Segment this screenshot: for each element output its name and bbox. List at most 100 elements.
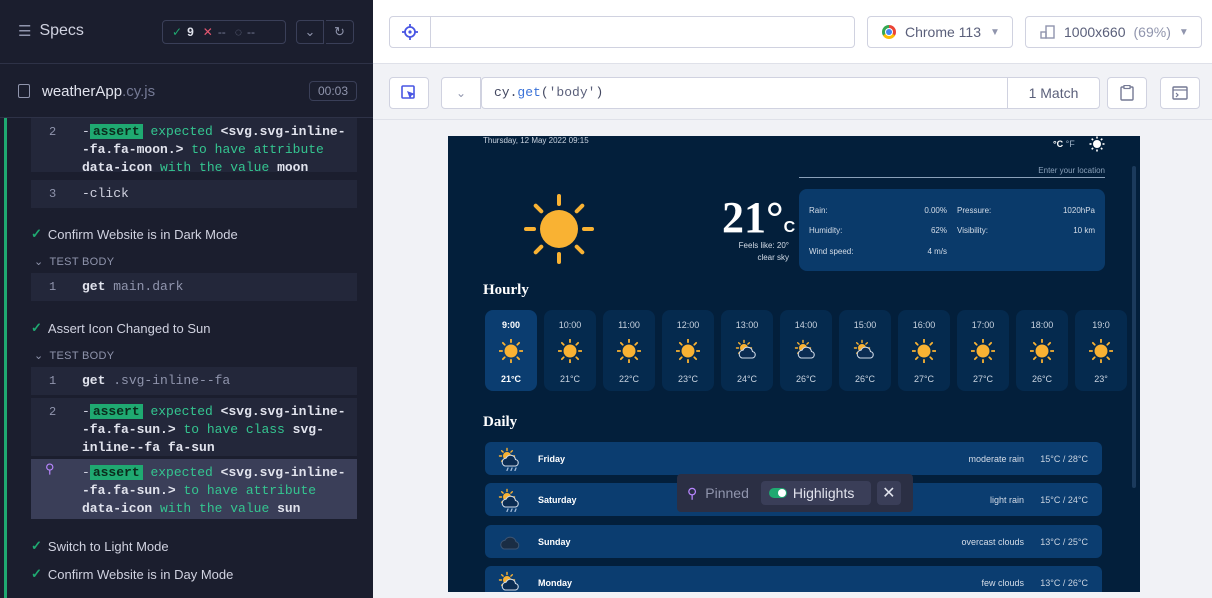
daily-row[interactable]: Sunday overcast clouds 13°C / 25°C	[485, 525, 1102, 558]
chevron-down-icon: ▼	[990, 26, 1000, 38]
chevron-down-icon: ▼	[1178, 26, 1189, 38]
url-input[interactable]	[432, 17, 852, 47]
cloud-sun-icon	[853, 339, 877, 363]
detail-label: Pressure:	[957, 206, 992, 215]
check-icon: ✓	[31, 538, 42, 553]
hourly-card: 11:00 22°C	[603, 310, 655, 391]
runner-panel: Chrome 113 ▼ 1000x660 (69%) ▼ ⌄ cy.get('…	[373, 0, 1212, 598]
command-number: 1	[49, 374, 57, 388]
test-title[interactable]: ✓ Assert Icon Changed to Sun	[31, 320, 211, 336]
hourly-card: 12:00 23°C	[662, 310, 714, 391]
crosshair-icon	[402, 24, 418, 40]
viewport-size: 1000x660	[1064, 24, 1126, 40]
daily-row[interactable]: Friday moderate rain 15°C / 28°C	[485, 442, 1102, 475]
failed-count: ✕ --	[202, 25, 226, 39]
cloud-sun-icon	[498, 571, 522, 592]
location-input[interactable]: Enter your location	[799, 166, 1105, 178]
check-icon: ✓	[31, 320, 42, 335]
day-name: Saturday	[538, 495, 577, 505]
url-bar	[389, 16, 855, 48]
reporter-panel: ☰ Specs ✓ 9 ✕ -- ◌ -- ⌄ ↻ weatherApp.cy.…	[0, 0, 373, 598]
highlights-toggle[interactable]: Highlights	[760, 481, 871, 505]
command-row[interactable]: 3 -click	[31, 180, 357, 208]
chevron-down-icon: ⌄	[304, 24, 316, 39]
viewport-zoom: (69%)	[1133, 24, 1171, 40]
specs-title: Specs	[39, 22, 84, 39]
hour-temp: 24°C	[736, 374, 758, 384]
cloud-icon	[498, 530, 522, 554]
specs-toggle[interactable]: ☰ Specs	[18, 22, 84, 40]
selector-method-select[interactable]: ⌄	[441, 77, 481, 109]
hour-time: 9:00	[501, 320, 520, 330]
daily-row[interactable]: Monday few clouds 13°C / 26°C	[485, 566, 1102, 592]
hour-temp: 22°C	[618, 374, 640, 384]
detail-value: 62%	[930, 226, 947, 235]
rerun-button[interactable]: ↻	[326, 20, 354, 44]
selector-playground: ⌄ cy.get('body') 1 Match	[373, 64, 1212, 120]
chevron-down-icon: ⌄	[34, 350, 44, 362]
passed-count: ✓ 9	[172, 25, 194, 39]
selector-input[interactable]: cy.get('body') 1 Match	[481, 77, 1100, 109]
hour-temp: 26°C	[795, 374, 817, 384]
hour-time: 11:00	[618, 320, 640, 330]
hour-time: 10:00	[558, 320, 582, 330]
detail-label: Rain:	[809, 206, 828, 215]
command-number: 2	[49, 125, 57, 139]
hourly-card: 13:00 24°C	[721, 310, 773, 391]
detail-value: 0.00%	[924, 206, 947, 215]
hour-time: 16:00	[912, 320, 936, 330]
match-count: 1 Match	[1007, 78, 1099, 108]
close-icon[interactable]: ✕	[876, 481, 901, 505]
test-title[interactable]: ✓ Switch to Light Mode	[31, 538, 169, 554]
command-row[interactable]: 2 - assert expected <svg.svg-inline--fa.f…	[31, 398, 357, 456]
clipboard-icon	[1120, 85, 1134, 101]
test-title[interactable]: ✓ Confirm Website is in Dark Mode	[31, 226, 238, 242]
spec-file-row[interactable]: weatherApp.cy.js 00:03	[0, 64, 373, 118]
day-name: Sunday	[538, 537, 571, 547]
cloud-sun-icon	[735, 339, 759, 363]
unit-toggle[interactable]: °C °F	[1053, 139, 1075, 149]
command-row-pinned[interactable]: ⚲ - assert expected <svg.svg-inline--fa.f…	[31, 459, 357, 519]
command-message: get .svg-inline--fa	[82, 373, 231, 388]
day-temp-range: 15°C / 28°C	[1040, 454, 1088, 464]
sun-icon	[498, 338, 524, 364]
hour-time: 13:00	[735, 320, 759, 330]
command-message: get main.dark	[82, 279, 184, 294]
feels-like: Feels like: 20° clear sky	[738, 241, 789, 262]
day-description: moderate rain	[968, 454, 1024, 464]
command-row[interactable]: 2 - assert expected <svg.svg-inline--fa.f…	[31, 118, 357, 175]
hour-temp: 26°C	[854, 374, 876, 384]
day-name: Friday	[538, 454, 566, 464]
select-element-button[interactable]	[389, 77, 429, 109]
page-scrollbar[interactable]	[1132, 166, 1136, 488]
hourly-card: 19:0 23°	[1075, 310, 1127, 391]
copy-selector-button[interactable]	[1107, 77, 1147, 109]
command-message: -click	[82, 186, 129, 201]
command-row[interactable]: 1 get main.dark	[31, 273, 357, 301]
chevron-down-icon: ⌄	[455, 86, 467, 100]
sun-icon	[616, 338, 642, 364]
app-under-test: Thursday, 12 May 2022 09:15 °C °F Enter …	[448, 136, 1140, 592]
test-title[interactable]: ✓ Confirm Website is in Day Mode	[31, 566, 233, 582]
command-message: - assert expected <svg.svg-inline--fa.fa-…	[82, 404, 346, 455]
sun-icon	[675, 338, 701, 364]
print-to-console-button[interactable]	[1160, 77, 1200, 109]
browser-select[interactable]: Chrome 113 ▼	[867, 16, 1013, 48]
pinned-label: Pinned	[705, 485, 749, 501]
test-body-toggle[interactable]: ⌄ TEST BODY	[34, 349, 114, 363]
detail-value: 1020hPa	[1062, 206, 1095, 215]
hour-time: 19:0	[1092, 320, 1110, 330]
sun-icon[interactable]	[1089, 136, 1105, 152]
hour-time: 15:00	[853, 320, 877, 330]
test-body-toggle[interactable]: ⌄ TEST BODY	[34, 255, 114, 269]
hour-time: 12:00	[676, 320, 700, 330]
command-row[interactable]: 1 get .svg-inline--fa	[31, 367, 357, 395]
expand-collapse-button[interactable]: ⌄	[296, 20, 324, 44]
selector-playground-button[interactable]	[390, 17, 431, 47]
spec-duration: 00:03	[309, 81, 357, 101]
sun-icon	[524, 194, 594, 264]
day-temp-range: 15°C / 24°C	[1040, 495, 1088, 505]
viewport-select[interactable]: 1000x660 (69%) ▼	[1025, 16, 1202, 48]
pinned-toolbar: ⚲ Pinned Highlights ✕	[677, 474, 913, 512]
hour-temp: 21°C	[500, 374, 522, 384]
